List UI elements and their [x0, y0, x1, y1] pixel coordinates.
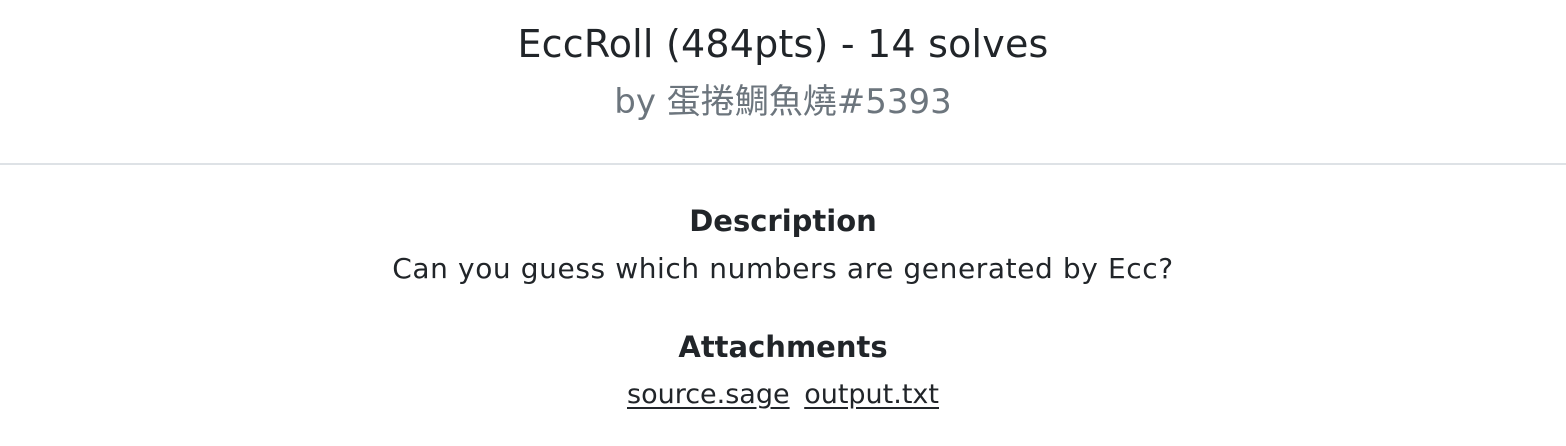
challenge-header: EccRoll (484pts) - 14 solves by 蛋捲鯛魚燒#53… [0, 0, 1566, 165]
challenge-modal: EccRoll (484pts) - 14 solves by 蛋捲鯛魚燒#53… [0, 0, 1566, 446]
challenge-title: EccRoll (484pts) - 14 solves [517, 22, 1049, 66]
challenge-author: by 蛋捲鯛魚燒#5393 [614, 82, 952, 122]
challenge-body: Description Can you guess which numbers … [0, 165, 1566, 412]
description-text: Can you guess which numbers are generate… [392, 252, 1174, 285]
description-heading: Description [689, 204, 877, 238]
attachment-link-source-sage[interactable]: source.sage [627, 379, 790, 410]
attachments-heading: Attachments [678, 330, 888, 364]
attachments-list: source.sage output.txt [0, 365, 1566, 412]
attachment-link-output-txt[interactable]: output.txt [804, 379, 939, 410]
